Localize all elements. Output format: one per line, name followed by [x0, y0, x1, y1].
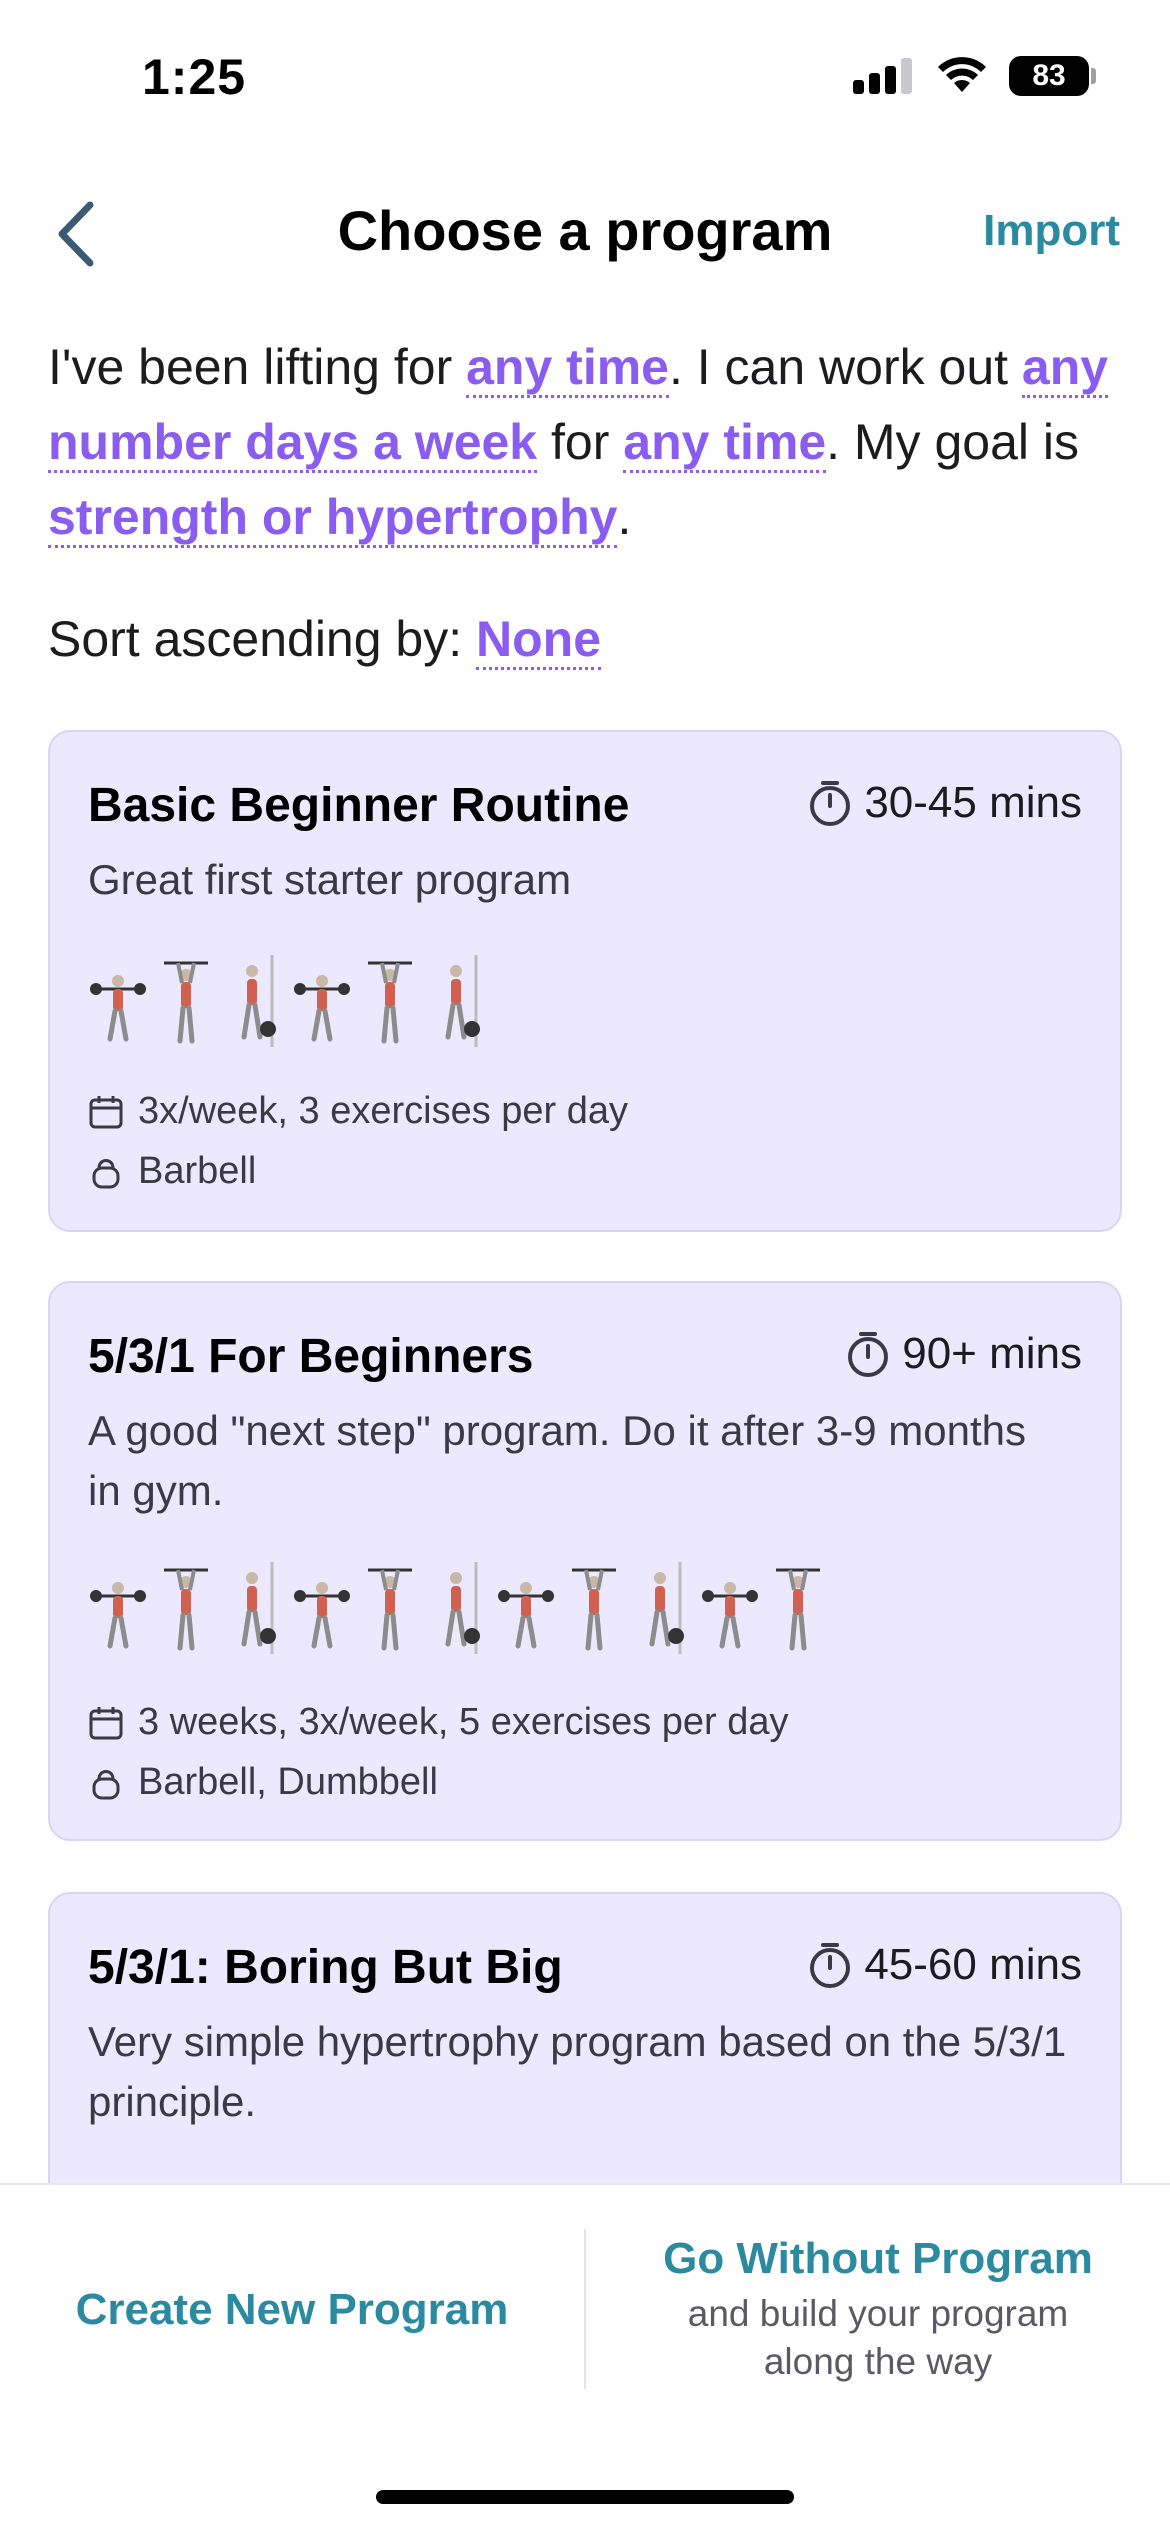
- program-title: 5/3/1 For Beginners: [88, 1330, 534, 1383]
- battery-nub: [1091, 68, 1096, 84]
- exercise-figure-icon: [156, 1556, 216, 1656]
- exercise-figure-icon: [768, 1556, 828, 1656]
- exercise-figure-icon: [632, 1556, 692, 1656]
- exercise-figure-icon: [224, 1556, 284, 1656]
- program-duration: 90+ mins: [846, 1329, 1082, 1379]
- calendar-icon: [89, 1706, 123, 1739]
- program-title: 5/3/1: Boring But Big: [88, 1941, 563, 1994]
- exercise-figure-icon: [428, 949, 488, 1049]
- filter-text: .: [617, 489, 632, 545]
- bottom-action-bar: Create New Program Go Without Program an…: [0, 2183, 1170, 2532]
- filter-text: for: [537, 414, 624, 470]
- exercise-figure-icon: [88, 949, 148, 1049]
- exercise-strip: [88, 1551, 828, 1661]
- filter-text: I've been lifting for: [48, 339, 467, 395]
- exercise-figure-icon: [360, 949, 420, 1049]
- stopwatch-icon: [810, 781, 851, 826]
- status-bar: 1:25 83: [0, 0, 1170, 150]
- sort-line: Sort ascending by: None: [48, 602, 602, 677]
- kettlebell-icon: [92, 1769, 120, 1799]
- calendar-icon: [89, 1095, 123, 1128]
- program-schedule: 3x/week, 3 exercises per day: [88, 1090, 628, 1133]
- duration-text: 45-60 mins: [864, 1940, 1082, 1989]
- program-card[interactable]: 5/3/1 For Beginners 90+ mins A good "nex…: [48, 1281, 1122, 1841]
- program-description: Very simple hypertrophy program based on…: [88, 2018, 1067, 2125]
- program-description: Great first starter program: [88, 856, 572, 903]
- exercise-figure-icon: [292, 949, 352, 1049]
- wifi-icon: [938, 57, 986, 92]
- go-without-program-title: Go Without Program: [663, 2234, 1093, 2283]
- duration-text: 90+ mins: [902, 1329, 1082, 1378]
- sort-selector[interactable]: None: [476, 611, 602, 670]
- filter-text: . I can work out: [668, 339, 1022, 395]
- program-description: A good "next step" program. Do it after …: [88, 1407, 1026, 1514]
- equipment-text: Barbell: [138, 1150, 257, 1192]
- duration-text: 30-45 mins: [864, 778, 1082, 827]
- stopwatch-icon: [848, 1332, 889, 1377]
- filter-sentence: I've been lifting for any time. I can wo…: [48, 330, 1128, 555]
- lifting-duration-selector[interactable]: any time: [466, 339, 669, 398]
- stopwatch-icon: [810, 1943, 851, 1988]
- exercise-figure-icon: [496, 1556, 556, 1656]
- sort-label: Sort ascending by:: [48, 611, 477, 667]
- filter-text: . My goal is: [826, 414, 1079, 470]
- exercise-strip: [88, 944, 488, 1054]
- exercise-figure-icon: [428, 1556, 488, 1656]
- exercise-figure-icon: [564, 1556, 624, 1656]
- status-time: 1:25: [142, 49, 247, 105]
- session-time-selector[interactable]: any time: [623, 414, 827, 473]
- kettlebell-icon: [92, 1158, 120, 1188]
- exercise-figure-icon: [292, 1556, 352, 1656]
- exercise-figure-icon: [224, 949, 284, 1049]
- import-button[interactable]: Import: [983, 206, 1120, 256]
- nav-bar: Choose a program Import: [0, 180, 1170, 290]
- exercise-figure-icon: [700, 1556, 760, 1656]
- equipment-text: Barbell, Dumbbell: [138, 1761, 438, 1803]
- exercise-figure-icon: [360, 1556, 420, 1656]
- create-new-program-button[interactable]: Create New Program: [0, 2185, 584, 2435]
- signal-icon: [853, 58, 915, 94]
- home-indicator: [376, 2490, 794, 2504]
- program-title: Basic Beginner Routine: [88, 779, 630, 832]
- goal-selector[interactable]: strength or hypertrophy: [48, 489, 618, 548]
- program-schedule: 3 weeks, 3x/week, 5 exercises per day: [88, 1701, 789, 1744]
- program-equipment: Barbell: [88, 1150, 256, 1193]
- schedule-text: 3 weeks, 3x/week, 5 exercises per day: [138, 1701, 789, 1743]
- program-duration: 45-60 mins: [808, 1940, 1082, 1990]
- go-without-program-button[interactable]: Go Without Program and build your progra…: [586, 2185, 1170, 2435]
- exercise-figure-icon: [156, 949, 216, 1049]
- schedule-text: 3x/week, 3 exercises per day: [138, 1090, 629, 1132]
- go-without-program-subtitle: and build your program along the way: [687, 2293, 1069, 2382]
- program-duration: 30-45 mins: [808, 778, 1082, 828]
- battery-indicator: 83: [1009, 56, 1089, 96]
- program-card[interactable]: Basic Beginner Routine 30-45 mins Great …: [48, 730, 1122, 1232]
- program-equipment: Barbell, Dumbbell: [88, 1761, 438, 1804]
- exercise-figure-icon: [88, 1556, 148, 1656]
